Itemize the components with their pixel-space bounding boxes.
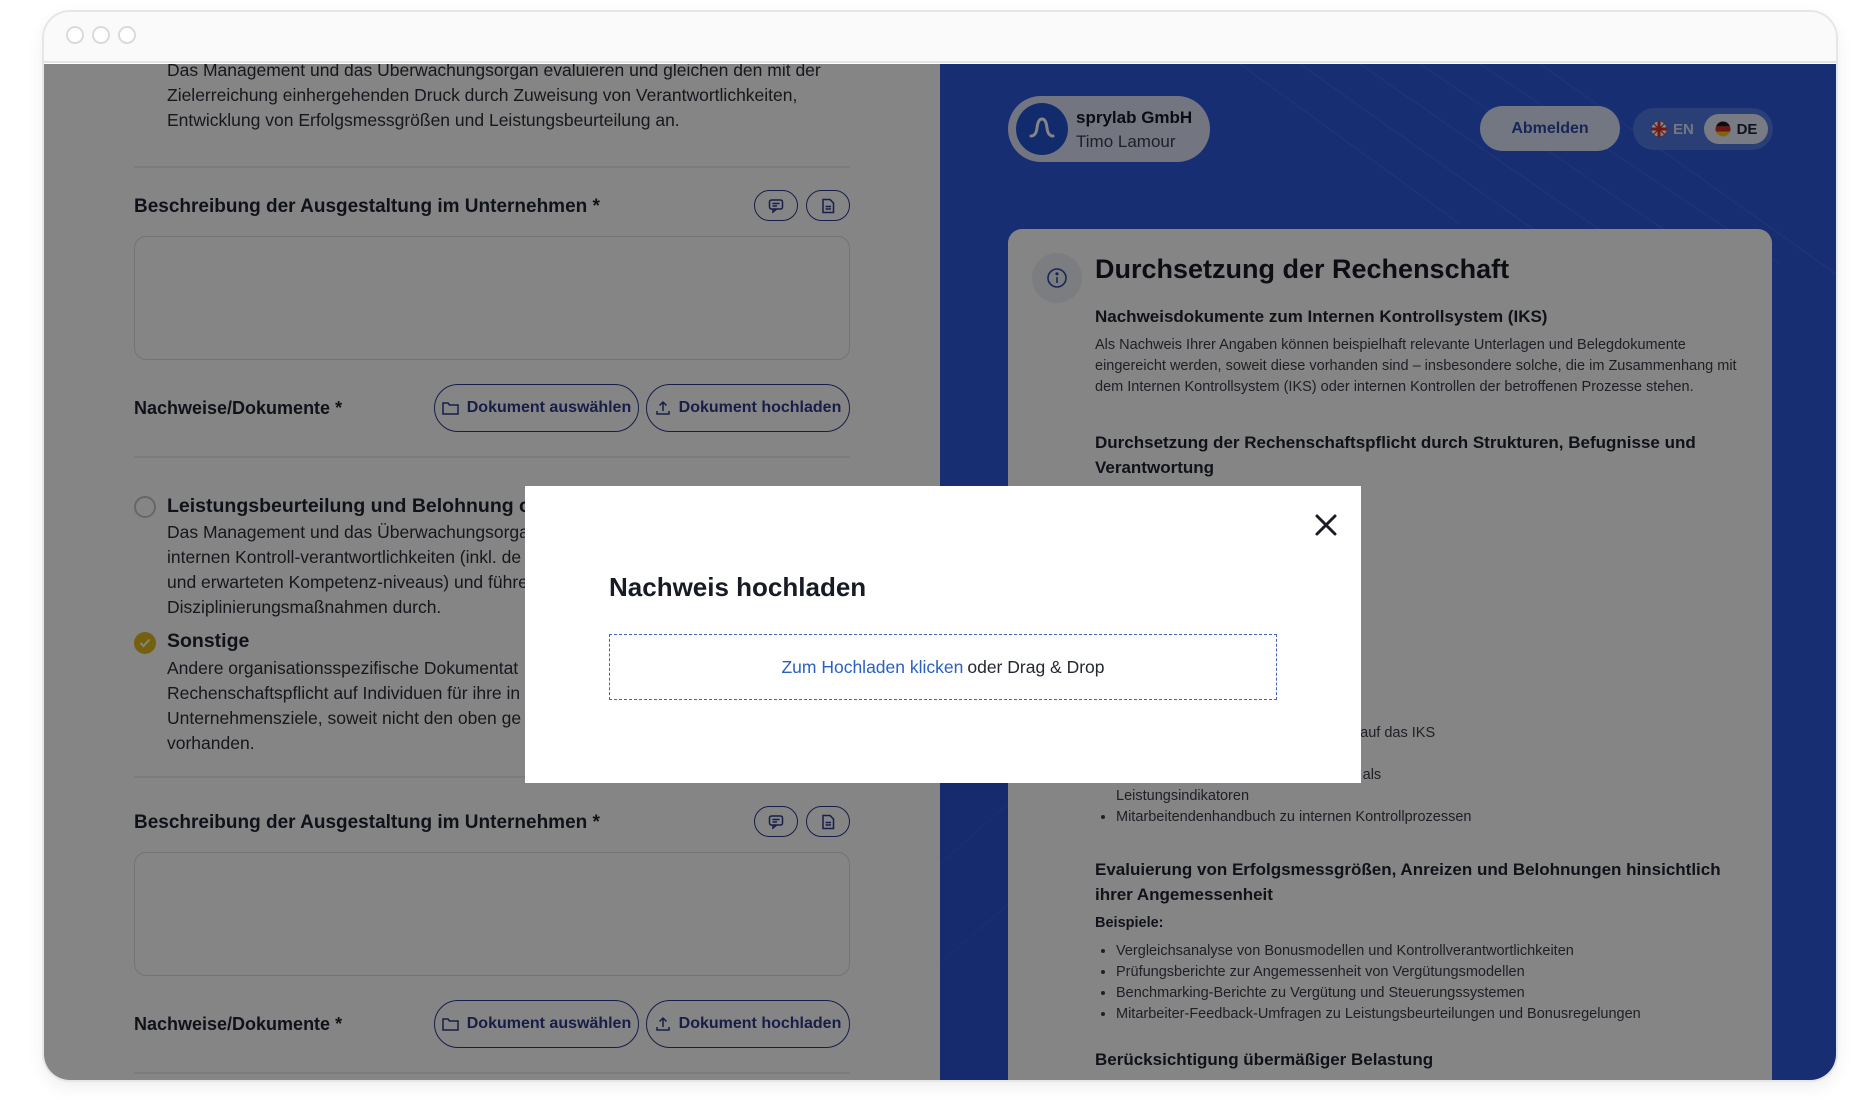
click-to-upload-link[interactable]: Zum Hochladen klicken bbox=[781, 657, 963, 678]
window-minimize-dot[interactable] bbox=[92, 26, 110, 44]
modal-title: Nachweis hochladen bbox=[609, 572, 867, 602]
close-modal-button[interactable] bbox=[1311, 510, 1341, 540]
drag-drop-hint: oder Drag & Drop bbox=[967, 656, 1105, 677]
upload-modal: Nachweis hochladen Zum Hochladen klicken… bbox=[525, 486, 1361, 783]
close-icon bbox=[1315, 514, 1337, 536]
browser-window: Das Management und das Überwachungsorgan… bbox=[44, 12, 1836, 1080]
window-close-dot[interactable] bbox=[66, 26, 84, 44]
app-content: Das Management und das Überwachungsorgan… bbox=[44, 64, 1836, 1080]
window-maximize-dot[interactable] bbox=[118, 26, 136, 44]
window-titlebar bbox=[44, 12, 1836, 63]
file-dropzone[interactable]: Zum Hochladen klicken oder Drag & Drop bbox=[609, 634, 1277, 700]
